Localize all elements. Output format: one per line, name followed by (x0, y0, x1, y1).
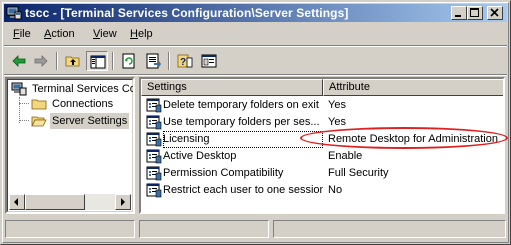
help-icon: ? (177, 54, 193, 68)
setting-attribute: Yes (328, 116, 346, 128)
setting-icon (146, 166, 162, 181)
setting-name: Restrict each user to one session (163, 184, 323, 196)
folder-icon (31, 99, 47, 110)
setting-attribute: Remote Desktop for Administration (328, 133, 498, 145)
toolbar: ? (4, 48, 507, 74)
toolbar-separator-line (4, 74, 507, 76)
svg-text:?: ? (180, 57, 186, 68)
table-row[interactable]: Licensing Remote Desktop for Administrati… (141, 131, 503, 148)
menu-view-rest: iew (100, 28, 117, 40)
horizontal-scrollbar[interactable] (9, 194, 131, 210)
terminal-services-icon (11, 82, 27, 96)
toolbar-separator (112, 52, 114, 70)
setting-attribute: No (328, 184, 343, 196)
status-cell (139, 220, 269, 238)
menu-view[interactable]: View (93, 28, 117, 40)
refresh-button[interactable] (118, 51, 140, 71)
app-window: tscc - [Terminal Services Configuration\… (0, 0, 511, 245)
tree-item-root[interactable]: Terminal Services Cor (11, 81, 135, 97)
scroll-left-button[interactable] (9, 194, 25, 210)
tree-connector (19, 103, 29, 104)
tree-item-label: Connections (52, 98, 114, 110)
setting-icon (146, 183, 162, 198)
back-arrow-icon (12, 55, 26, 67)
setting-name: Delete temporary folders on exit (163, 99, 319, 111)
table-row[interactable]: Active Desktop Enable (141, 148, 503, 165)
export-list-button[interactable] (142, 51, 164, 71)
forward-arrow-icon (34, 55, 48, 67)
setting-name: Licensing (163, 131, 323, 148)
tree-connector (19, 120, 29, 121)
column-header-attribute[interactable]: Attribute (323, 79, 503, 96)
toolbar-separator (56, 52, 58, 70)
menu-file-rest: ile (19, 28, 31, 40)
menu-help-rest: elp (137, 28, 153, 40)
setting-name: Use temporary folders per ses... (163, 116, 320, 128)
scroll-right-arrow-icon (121, 198, 125, 206)
table-row[interactable]: Permission Compatibility Full Security (141, 165, 503, 182)
refresh-icon (122, 53, 135, 69)
table-row[interactable]: Use temporary folders per ses... Yes (141, 114, 503, 131)
menu-separator (4, 45, 507, 47)
menu-action-rest: ction (51, 28, 75, 40)
status-cell (273, 220, 506, 238)
tree-item-label: Terminal Services Cor (32, 83, 135, 95)
settings-list[interactable]: Settings Attribute Delete temporary fold… (139, 77, 505, 214)
properties-icon (201, 54, 217, 68)
table-row[interactable]: Restrict each user to one session No (141, 182, 503, 199)
terminal-services-icon (6, 6, 22, 20)
forward-button[interactable] (30, 51, 52, 71)
menu-bar: File Action View Help (4, 24, 507, 44)
setting-attribute: Enable (328, 150, 363, 162)
up-level-button[interactable] (62, 51, 84, 71)
tree-item-label: Server Settings (50, 113, 130, 129)
status-cell (5, 220, 135, 238)
menu-file[interactable]: File (13, 28, 31, 40)
close-button[interactable] (487, 6, 503, 20)
show-hide-tree-button[interactable] (86, 51, 108, 71)
show-hide-tree-icon (90, 55, 106, 69)
scroll-thumb[interactable] (25, 194, 85, 210)
open-folder-icon (31, 116, 47, 127)
setting-name: Permission Compatibility (163, 167, 284, 179)
setting-name: Active Desktop (163, 150, 237, 162)
scroll-left-arrow-icon (14, 198, 18, 206)
window-title: tscc - [Terminal Services Configuration\… (25, 6, 349, 20)
menu-action[interactable]: Action (44, 28, 75, 40)
menu-file-accel: F (13, 28, 20, 40)
toolbar-separator (168, 52, 170, 70)
console-tree[interactable]: Terminal Services Cor Connections Server… (5, 77, 135, 214)
setting-icon (146, 98, 162, 113)
setting-icon (146, 115, 162, 130)
back-button[interactable] (8, 51, 30, 71)
minimize-icon (455, 15, 461, 17)
setting-icon (146, 149, 162, 164)
export-list-icon (146, 53, 161, 69)
column-header-settings[interactable]: Settings (141, 79, 323, 96)
maximize-icon (470, 8, 479, 17)
up-folder-icon (65, 56, 80, 67)
status-bar (4, 218, 507, 240)
setting-attribute: Full Security (328, 167, 389, 179)
properties-button[interactable] (198, 51, 220, 71)
minimize-button[interactable] (451, 6, 467, 20)
setting-icon (146, 132, 162, 147)
scroll-right-button[interactable] (115, 194, 131, 210)
setting-attribute: Yes (328, 99, 346, 111)
table-row[interactable]: Delete temporary folders on exit Yes (141, 97, 503, 114)
title-bar[interactable]: tscc - [Terminal Services Configuration\… (4, 4, 507, 22)
menu-help[interactable]: Help (130, 28, 153, 40)
menu-help-accel: H (130, 28, 138, 40)
close-icon (490, 8, 499, 17)
help-button[interactable]: ? (174, 51, 196, 71)
maximize-button[interactable] (467, 6, 483, 20)
